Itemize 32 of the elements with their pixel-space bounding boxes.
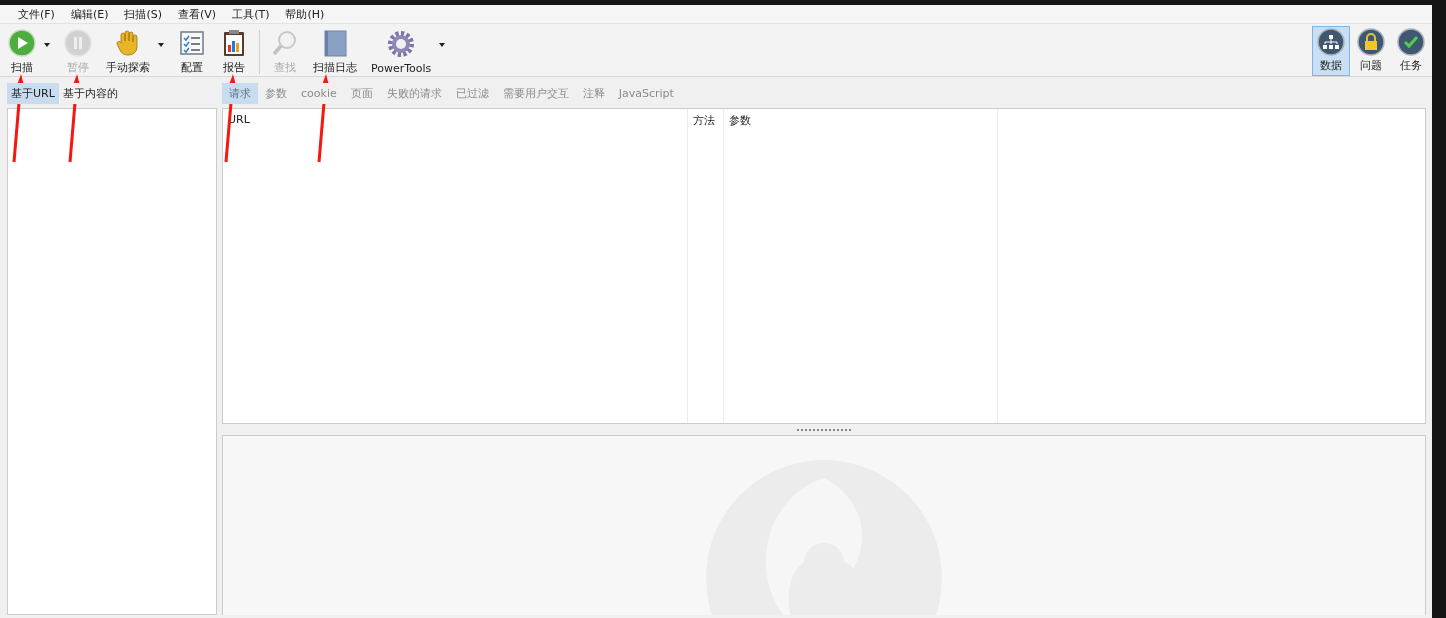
menu-item[interactable]: 扫描(S) bbox=[116, 6, 171, 22]
hierarchy-icon bbox=[1317, 28, 1345, 56]
menu-item[interactable]: 帮助(H) bbox=[277, 6, 333, 22]
caret-icon bbox=[44, 43, 50, 47]
lock-icon bbox=[1357, 28, 1385, 56]
play-button[interactable]: 扫描 bbox=[3, 26, 55, 76]
splitter-handle[interactable] bbox=[797, 428, 851, 431]
report-button[interactable]: 报告 bbox=[215, 26, 253, 76]
checklist-icon bbox=[178, 29, 206, 57]
log-button[interactable]: 扫描日志 bbox=[308, 26, 362, 76]
search-icon bbox=[271, 29, 299, 57]
config-button[interactable]: 配置 bbox=[173, 26, 211, 76]
menu-item[interactable]: 查看(V) bbox=[170, 6, 225, 22]
view-button[interactable]: 数据 bbox=[1312, 26, 1350, 76]
menu-item[interactable]: 工具(T) bbox=[224, 6, 278, 22]
view-button[interactable]: 任务 bbox=[1392, 26, 1430, 76]
hand-button[interactable]: 手动探索 bbox=[101, 26, 169, 76]
gear-icon bbox=[386, 29, 417, 59]
view-button[interactable]: 问题 bbox=[1352, 26, 1390, 76]
menu-item[interactable]: 编辑(E) bbox=[62, 6, 117, 22]
caret-icon bbox=[158, 43, 164, 47]
pause-icon bbox=[64, 29, 92, 57]
check-icon bbox=[1397, 28, 1425, 56]
column-header[interactable]: 方法 bbox=[693, 114, 715, 127]
tab[interactable]: 请求 bbox=[222, 83, 258, 104]
menu-item[interactable]: 文件(F) bbox=[10, 6, 63, 22]
column-header[interactable]: 参数 bbox=[729, 114, 751, 127]
caret-icon bbox=[439, 43, 446, 47]
tab[interactable]: 基于URL bbox=[7, 83, 59, 104]
book-icon bbox=[321, 29, 349, 57]
play-icon bbox=[8, 29, 36, 57]
tool-button[interactable]: PowerTools bbox=[366, 26, 451, 76]
